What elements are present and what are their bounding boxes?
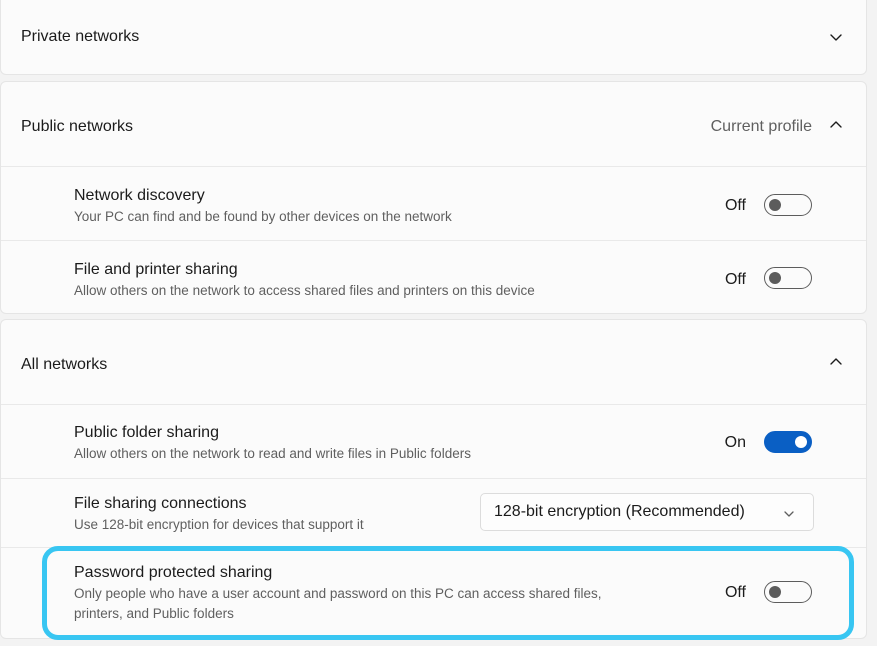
file-printer-sharing-state: Off	[724, 271, 746, 288]
network-discovery-row: Network discovery Your PC can find and b…	[1, 166, 866, 241]
public-networks-card: Public networks Current profile Network …	[0, 81, 867, 314]
toggle-knob	[795, 436, 807, 448]
public-folder-sharing-title: Public folder sharing	[74, 424, 219, 441]
file-printer-sharing-row: File and printer sharing Allow others on…	[1, 240, 866, 315]
public-networks-title: Public networks	[21, 118, 134, 135]
encryption-dropdown-value: 128-bit encryption (Recommended)	[494, 503, 745, 520]
current-profile-label: Current profile	[710, 118, 812, 135]
chevron-down-icon	[783, 507, 795, 525]
chevron-up-icon[interactable]	[828, 117, 844, 133]
file-sharing-connections-description: Use 128-bit encryption for devices that …	[74, 517, 364, 532]
all-networks-title: All networks	[21, 356, 108, 373]
public-folder-sharing-row: Public folder sharing Allow others on th…	[1, 404, 866, 479]
all-networks-header[interactable]: All networks	[1, 320, 866, 405]
password-protected-sharing-row: Password protected sharing Only people w…	[1, 547, 866, 640]
network-discovery-title: Network discovery	[74, 187, 205, 204]
toggle-knob	[769, 586, 781, 598]
private-networks-card[interactable]: Private networks	[0, 0, 867, 75]
network-discovery-toggle[interactable]	[764, 194, 812, 216]
password-protected-sharing-state: Off	[724, 584, 746, 601]
encryption-dropdown[interactable]: 128-bit encryption (Recommended)	[480, 493, 814, 531]
password-protected-sharing-description-line1: Only people who have a user account and …	[74, 586, 602, 601]
password-protected-sharing-toggle[interactable]	[764, 581, 812, 603]
chevron-up-icon[interactable]	[828, 354, 844, 370]
public-folder-sharing-toggle[interactable]	[764, 431, 812, 453]
network-discovery-description: Your PC can find and be found by other d…	[74, 209, 452, 224]
network-discovery-state: Off	[724, 197, 746, 214]
private-networks-title: Private networks	[21, 28, 140, 45]
chevron-down-icon[interactable]	[828, 29, 844, 45]
all-networks-card: All networks Public folder sharing Allow…	[0, 319, 867, 639]
toggle-knob	[769, 272, 781, 284]
file-printer-sharing-toggle[interactable]	[764, 267, 812, 289]
file-sharing-connections-title: File sharing connections	[74, 495, 247, 512]
password-protected-sharing-title: Password protected sharing	[74, 564, 273, 581]
file-printer-sharing-description: Allow others on the network to access sh…	[74, 283, 535, 298]
toggle-knob	[769, 199, 781, 211]
public-folder-sharing-description: Allow others on the network to read and …	[74, 446, 471, 461]
public-folder-sharing-state: On	[724, 434, 746, 451]
password-protected-sharing-description-line2: printers, and Public folders	[74, 606, 234, 621]
file-printer-sharing-title: File and printer sharing	[74, 261, 238, 278]
file-sharing-connections-row: File sharing connections Use 128-bit enc…	[1, 478, 866, 548]
public-networks-header[interactable]: Public networks Current profile	[1, 82, 866, 167]
